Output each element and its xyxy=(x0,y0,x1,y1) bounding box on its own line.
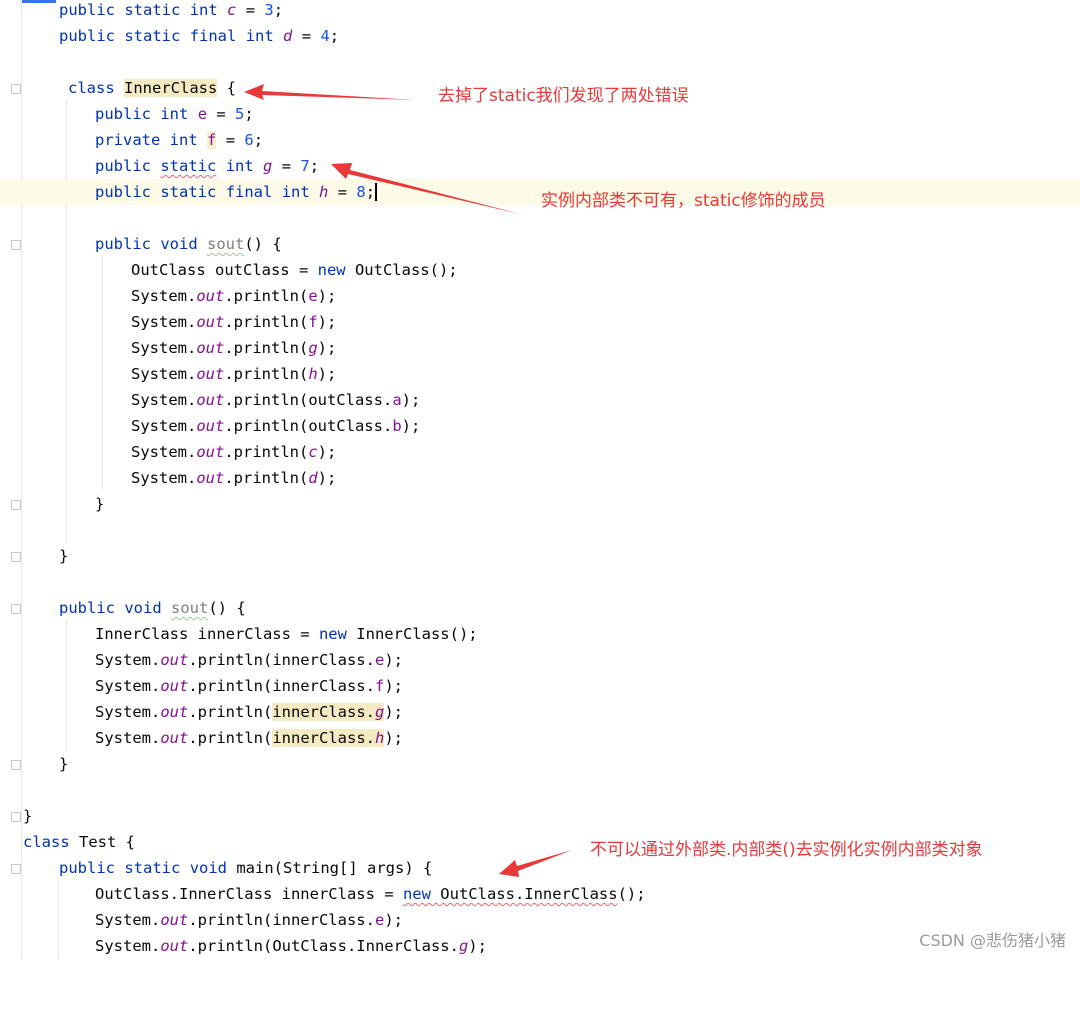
annotation-remove-static: 去掉了static我们发现了两处错误 xyxy=(438,86,689,106)
arrow-no-instantiate xyxy=(499,850,572,877)
annotation-arrows xyxy=(244,84,572,877)
annotation-no-static-members: 实例内部类不可有，static修饰的成员 xyxy=(541,191,826,211)
annotation-no-instantiate: 不可以通过外部类.内部类()去实例化实例内部类对象 xyxy=(590,840,983,860)
watermark: CSDN @悲伤猪小猪 xyxy=(919,931,1066,950)
arrow-no-static-members xyxy=(331,163,520,214)
arrow-remove-static xyxy=(244,84,415,100)
